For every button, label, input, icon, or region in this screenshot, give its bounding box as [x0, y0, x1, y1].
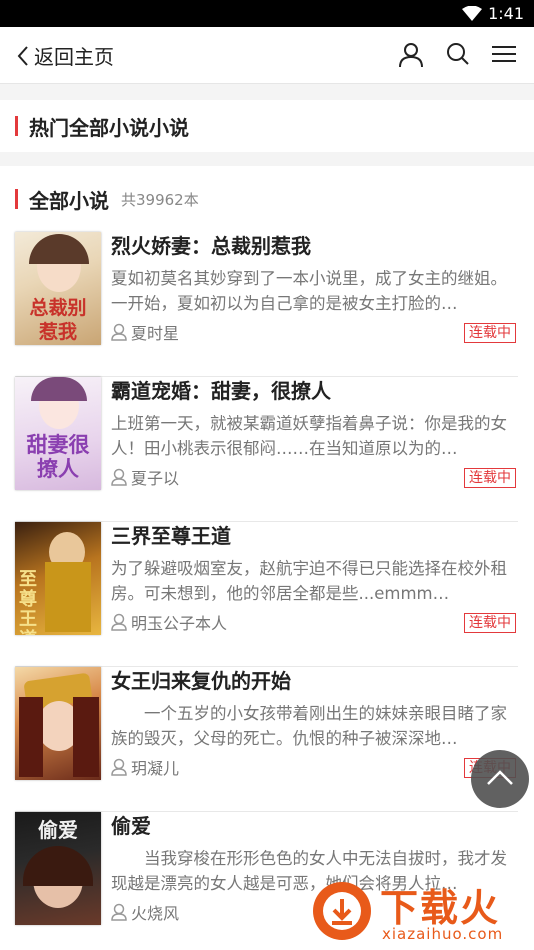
chevron-up-icon: [487, 770, 513, 785]
book-title: 女王归来复仇的开始: [111, 669, 291, 693]
book-author: 玥凝儿: [111, 755, 179, 779]
book-item[interactable]: 女王归来复仇的开始 一个五岁的小女孩带着刚出生的妹妹亲眼目睹了家族的毁灭，父母的…: [0, 667, 534, 812]
book-author: 火烧风: [111, 900, 179, 924]
book-description: 一个五岁的小女孩带着刚出生的妹妹亲眼目睹了家族的毁灭，父母的死亡。仇恨的种子被深…: [111, 704, 507, 748]
search-icon[interactable]: [446, 42, 470, 68]
watermark-logo-icon: [313, 882, 371, 940]
status-badge: 连载中: [464, 613, 516, 633]
book-author: 夏时星: [111, 320, 179, 344]
author-name: 夏子以: [131, 469, 180, 488]
author-name: 夏时星: [131, 324, 180, 343]
book-cover[interactable]: 偷爱: [15, 812, 101, 925]
book-cover[interactable]: 总裁别惹我: [15, 232, 101, 345]
status-badge: 连载中: [464, 468, 516, 488]
user-icon: [111, 468, 127, 486]
all-section-title: 全部小说: [29, 188, 109, 213]
author-name: 火烧风: [131, 904, 180, 923]
cover-title: 偷爱: [38, 818, 78, 842]
book-title: 三界至尊王道: [111, 524, 231, 548]
section-accent-bar: [15, 116, 18, 136]
all-section-header: 全部小说 共39962本: [0, 166, 534, 232]
author-name: 明玉公子本人: [131, 614, 228, 633]
wifi-icon: [462, 6, 482, 21]
book-description: 夏如初莫名其妙穿到了一本小说里，成了女主的继姐。一开始，夏如初以为自己拿的是被女…: [111, 269, 507, 313]
book-cover[interactable]: 甜妻很撩人: [15, 377, 101, 490]
book-cover[interactable]: [15, 667, 101, 780]
cover-title: 总裁别惹我: [29, 297, 87, 343]
book-title: 霸道宠婚：甜妻，很撩人: [111, 379, 331, 403]
book-description: 为了躲避吸烟室友，赵航宇迫不得已只能选择在校外租房。可未想到，他的邻居全都是些.…: [111, 559, 507, 603]
book-item[interactable]: 甜妻很撩人 霸道宠婚：甜妻，很撩人 上班第一天，就被某霸道妖孽指着鼻子说：你是我…: [0, 377, 534, 522]
user-icon: [111, 903, 127, 921]
book-description: 上班第一天，就被某霸道妖孽指着鼻子说：你是我的女人！田小桃表示很郁闷……在当知道…: [111, 414, 507, 458]
top-nav: 返回主页: [0, 27, 534, 84]
status-badge: 连载中: [464, 323, 516, 343]
watermark-url: xiazaihuo.com: [382, 925, 504, 943]
hot-section-title: 热门全部小说小说: [29, 115, 189, 140]
book-item[interactable]: 总裁别惹我 烈火娇妻：总裁别惹我 夏如初莫名其妙穿到了一本小说里，成了女主的继姐…: [0, 232, 534, 377]
watermark-brand: 下载火: [380, 886, 501, 930]
user-icon: [111, 323, 127, 341]
watermark: 下载火 xiazaihuo.com: [310, 877, 530, 947]
book-title: 偷爱: [111, 814, 151, 838]
cover-title: 至尊王道: [19, 569, 37, 636]
chevron-left-icon: [17, 45, 28, 66]
book-author: 夏子以: [111, 465, 179, 489]
section-accent-bar: [15, 189, 18, 209]
user-icon: [111, 758, 127, 776]
user-icon[interactable]: [399, 42, 423, 68]
book-item[interactable]: 至尊王道 三界至尊王道 为了躲避吸烟室友，赵航宇迫不得已只能选择在校外租房。可未…: [0, 522, 534, 667]
book-count: 共39962本: [121, 190, 199, 209]
user-icon: [111, 613, 127, 631]
book-cover[interactable]: 至尊王道: [15, 522, 101, 635]
book-list: 全部小说 共39962本 总裁别惹我 烈火娇妻：总裁别惹我 夏如初莫名其妙穿到了…: [0, 166, 534, 950]
back-to-top-button[interactable]: [471, 750, 529, 808]
author-name: 玥凝儿: [131, 759, 180, 778]
menu-icon[interactable]: [491, 44, 517, 64]
back-label: 返回主页: [34, 45, 114, 69]
book-title: 烈火娇妻：总裁别惹我: [111, 234, 311, 258]
hot-section-header: 热门全部小说小说: [0, 100, 534, 152]
status-time: 1:41: [488, 4, 524, 23]
status-bar: 1:41: [0, 0, 534, 27]
cover-title: 甜妻很撩人: [26, 432, 90, 481]
book-author: 明玉公子本人: [111, 610, 227, 634]
back-button[interactable]: 返回主页: [16, 41, 114, 70]
